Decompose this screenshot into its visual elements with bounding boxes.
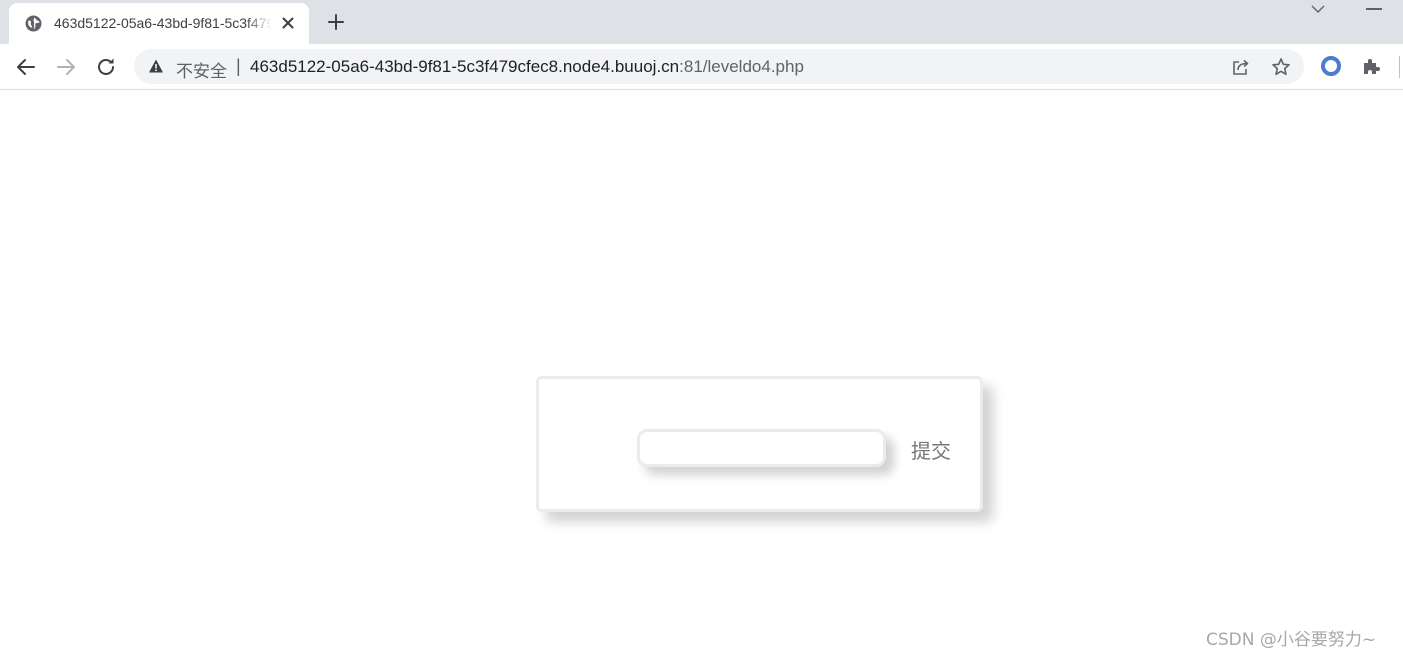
circle-extension-icon[interactable] (1320, 55, 1342, 77)
tab-strip: 463d5122-05a6-43bd-9f81-5c3f479cfec8.nod… (0, 0, 1403, 44)
share-icon[interactable] (1231, 57, 1251, 77)
submit-form-card: 提交 (536, 376, 983, 512)
csdn-watermark: CSDN @小谷要努力~ (1206, 630, 1377, 650)
toolbar-edge (1399, 56, 1403, 78)
tab-title: 463d5122-05a6-43bd-9f81-5c3f479cfec8.nod… (54, 15, 272, 31)
chevron-down-icon[interactable] (1309, 2, 1327, 16)
address-bar[interactable]: 不安全 | 463d5122-05a6-43bd-9f81-5c3f479cfe… (134, 49, 1304, 84)
url-host: 463d5122-05a6-43bd-9f81-5c3f479cfec8.nod… (250, 57, 680, 76)
security-separator: | (236, 56, 241, 76)
star-icon[interactable] (1271, 57, 1291, 77)
reload-icon[interactable] (94, 55, 118, 79)
url-text[interactable]: 463d5122-05a6-43bd-9f81-5c3f479cfec8.nod… (250, 57, 804, 77)
url-path: :81/leveldo4.php (679, 57, 804, 76)
new-tab-icon[interactable] (325, 11, 347, 33)
minimize-icon[interactable] (1366, 8, 1382, 10)
warning-icon[interactable] (148, 58, 164, 74)
forward-arrow-icon[interactable] (54, 55, 78, 79)
browser-tab[interactable]: 463d5122-05a6-43bd-9f81-5c3f479cfec8.nod… (9, 3, 309, 44)
security-label[interactable]: 不安全 (176, 57, 227, 82)
text-input[interactable] (637, 429, 886, 467)
submit-button[interactable]: 提交 (911, 435, 951, 464)
globe-icon (25, 15, 42, 32)
browser-toolbar: 不安全 | 463d5122-05a6-43bd-9f81-5c3f479cfe… (0, 44, 1403, 90)
puzzle-icon[interactable] (1360, 55, 1382, 77)
close-icon[interactable] (279, 14, 297, 32)
back-arrow-icon[interactable] (14, 55, 38, 79)
